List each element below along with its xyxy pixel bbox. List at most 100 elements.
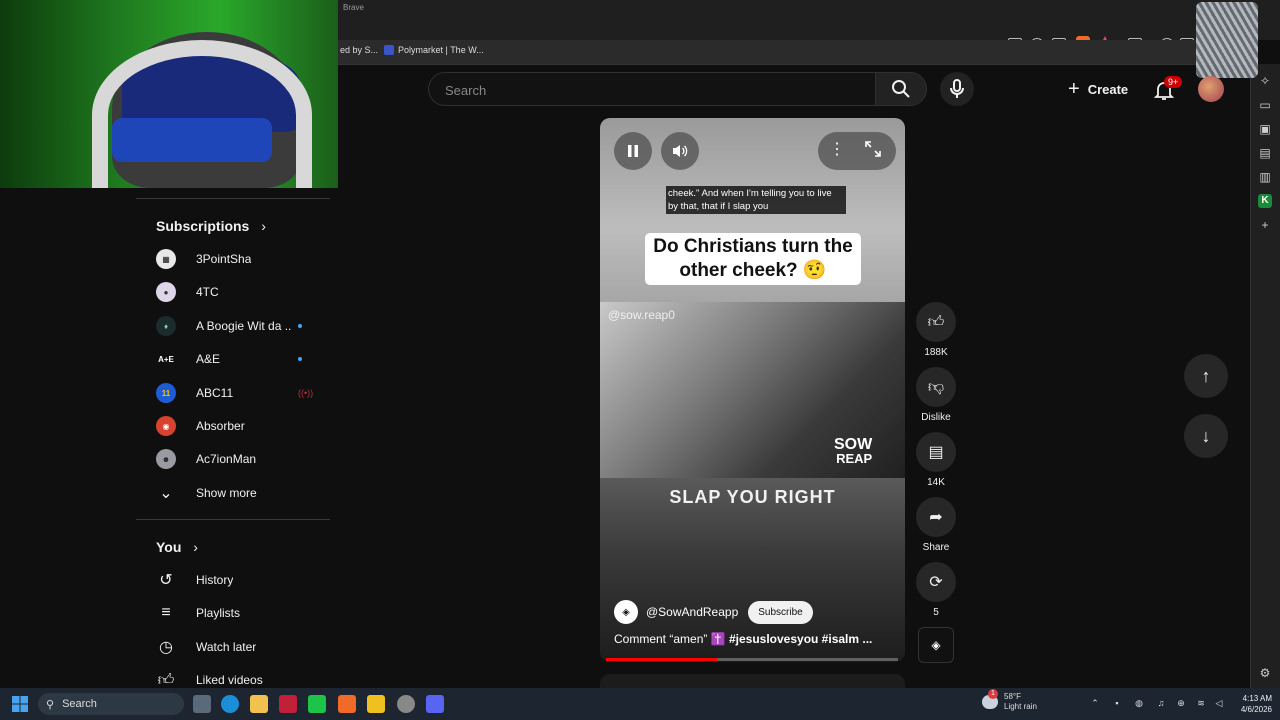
progress-fill bbox=[606, 658, 717, 661]
channel-avatar: ♦ bbox=[156, 316, 176, 336]
sidebar-item-subscription[interactable]: ▦ 3PointSha bbox=[156, 247, 316, 271]
add-panel-icon[interactable]: + bbox=[1258, 218, 1272, 232]
microphone-icon bbox=[950, 79, 964, 98]
browser-app-name: Brave bbox=[343, 3, 364, 12]
obs-icon[interactable] bbox=[397, 695, 415, 713]
microphone-icon[interactable]: ♫ bbox=[1156, 698, 1166, 708]
edge-browser-icon[interactable] bbox=[221, 695, 239, 713]
windows-start-icon[interactable] bbox=[12, 696, 28, 712]
subscription-name: 3PointSha bbox=[196, 252, 252, 266]
adobe-icon[interactable] bbox=[279, 695, 297, 713]
kick-icon[interactable]: K bbox=[1258, 194, 1272, 208]
remix-button[interactable]: ⟳ 5 bbox=[916, 562, 956, 618]
history-icon: ↺ bbox=[159, 572, 173, 589]
bookmark-panel-icon[interactable]: ▤ bbox=[1258, 146, 1272, 160]
file-explorer-icon[interactable] bbox=[250, 695, 268, 713]
more-options-icon[interactable]: ⋮ bbox=[826, 140, 848, 162]
sidebar-item-subscription[interactable]: A+E A&E bbox=[156, 347, 316, 371]
subscribe-button[interactable]: Subscribe bbox=[748, 600, 813, 624]
sound-channel-thumbnail[interactable]: ◈ bbox=[918, 627, 954, 663]
subscription-name: A Boogie Wit da ... bbox=[196, 319, 292, 333]
live-icon: ((•)) bbox=[298, 388, 314, 398]
discord-icon[interactable] bbox=[426, 695, 444, 713]
playlists-icon: ≡ bbox=[161, 604, 171, 621]
dislike-button[interactable]: 👎︎ Dislike bbox=[916, 367, 956, 423]
fullscreen-icon bbox=[865, 141, 881, 157]
dislike-label: Dislike bbox=[921, 412, 951, 423]
brave-browser-icon[interactable] bbox=[338, 695, 356, 713]
show-more-label: Show more bbox=[196, 486, 257, 500]
bookmark-label: Polymarket | The W... bbox=[398, 45, 484, 55]
volume-button[interactable] bbox=[661, 132, 699, 170]
next-short-preview bbox=[600, 674, 905, 688]
video-description[interactable]: Comment “amen” ✝️ #jesuslovesyou #isalm … bbox=[614, 632, 872, 646]
sidebar-item-label: Liked videos bbox=[196, 673, 263, 687]
comments-button[interactable]: ▤ 14K bbox=[916, 432, 956, 488]
search-icon: ⚲ bbox=[46, 698, 55, 711]
wifi-icon[interactable]: ≋ bbox=[1196, 698, 1206, 708]
logo-line: REAP bbox=[836, 451, 873, 466]
sidebar-item-subscription[interactable]: ● 4TC bbox=[156, 280, 316, 304]
globe-icon[interactable]: ⊕ bbox=[1176, 698, 1186, 708]
sidebar-item-subscription[interactable]: ◉ Absorber bbox=[156, 414, 316, 438]
subscription-name: Ac7ionMan bbox=[196, 452, 257, 466]
bookmark-item[interactable]: Polymarket | The W... bbox=[384, 45, 484, 55]
speaker-icon[interactable]: ◁ bbox=[1214, 698, 1224, 708]
thumbs-down-icon: 👎︎ bbox=[916, 367, 956, 407]
share-button[interactable]: ➦ Share bbox=[916, 497, 956, 553]
media-icon[interactable]: ▭ bbox=[1258, 98, 1272, 112]
windows-taskbar: ⚲ Search 1 58°F Light rain ⌃ ▪ ◍ ♫ ⊕ ≋ ◁… bbox=[0, 688, 1280, 720]
video-caption: cheek." And when I'm telling you to live… bbox=[666, 186, 846, 214]
rockstar-icon[interactable] bbox=[367, 695, 385, 713]
pause-button[interactable] bbox=[614, 132, 652, 170]
task-view-icon[interactable] bbox=[193, 695, 211, 713]
bookmark-item[interactable]: ed by S... bbox=[340, 45, 378, 55]
channel-avatar[interactable]: ◈ bbox=[614, 600, 638, 624]
show-more-button[interactable]: ⌄ Show more bbox=[156, 481, 316, 505]
search-button[interactable] bbox=[875, 72, 927, 106]
remix-icon: ⟳ bbox=[916, 562, 956, 602]
clock-date: 4/6/2026 bbox=[1240, 705, 1272, 714]
progress-bar[interactable] bbox=[606, 658, 898, 661]
pin-icon[interactable]: ✧ bbox=[1258, 74, 1272, 88]
sidebar-item-watch-later[interactable]: ◷ Watch later bbox=[156, 635, 316, 659]
weather-temperature: 58°F bbox=[1004, 692, 1021, 701]
sidebar-item-label: History bbox=[196, 573, 234, 587]
weather-description: Light rain bbox=[1004, 702, 1037, 711]
fullscreen-button[interactable] bbox=[864, 140, 886, 162]
comment-count: 14K bbox=[927, 477, 945, 488]
create-label: Create bbox=[1087, 81, 1129, 97]
voice-search-button[interactable] bbox=[940, 72, 974, 106]
sidebar-item-subscription[interactable]: ☻ Ac7ionMan bbox=[156, 447, 316, 471]
shorts-player[interactable]: ⋮ cheek." And when I'm telling you to li… bbox=[600, 118, 905, 662]
sidebar-item-history[interactable]: ↺ History bbox=[156, 568, 316, 592]
reading-list-icon[interactable]: ▥ bbox=[1258, 170, 1272, 184]
bookmark-label: ed by S... bbox=[340, 45, 379, 55]
like-button[interactable]: 👍︎ 188K bbox=[916, 302, 956, 358]
create-button[interactable]: + Create bbox=[1068, 76, 1128, 102]
chevron-up-icon[interactable]: ⌃ bbox=[1090, 698, 1100, 708]
settings-gear-icon[interactable]: ⚙ bbox=[1258, 666, 1272, 680]
description-hashtags[interactable]: #jesuslovesyou #isalm ... bbox=[729, 632, 872, 646]
tray-app-icon[interactable]: ▪ bbox=[1112, 698, 1122, 708]
kick-app-icon[interactable] bbox=[308, 695, 326, 713]
sidebar-item-subscription[interactable]: ♦ A Boogie Wit da ... bbox=[156, 314, 316, 338]
wallet-icon[interactable]: ▣ bbox=[1258, 122, 1272, 136]
divider bbox=[136, 519, 330, 520]
channel-avatar: ▦ bbox=[156, 249, 176, 269]
weather-widget[interactable]: 1 58°F Light rain bbox=[982, 689, 1037, 712]
previous-short-button[interactable]: ↑ bbox=[1184, 354, 1228, 398]
system-clock[interactable]: 4:13 AM 4/6/2026 bbox=[1232, 693, 1272, 715]
thumbs-up-icon: 👍︎ bbox=[916, 302, 956, 342]
next-short-button[interactable]: ↓ bbox=[1184, 414, 1228, 458]
search-input[interactable] bbox=[443, 82, 847, 99]
sidebar-item-playlists[interactable]: ≡ Playlists bbox=[156, 601, 316, 625]
taskbar-search[interactable]: ⚲ Search bbox=[38, 693, 184, 715]
channel-handle[interactable]: @SowAndReapp bbox=[646, 605, 738, 619]
tray-network-app-icon[interactable]: ◍ bbox=[1134, 698, 1144, 708]
sidebar-item-subscription[interactable]: 11 ABC11 ((•)) bbox=[156, 381, 316, 405]
search-box[interactable] bbox=[428, 72, 875, 106]
user-avatar[interactable] bbox=[1198, 76, 1224, 102]
you-heading[interactable]: You › bbox=[156, 539, 198, 555]
subscriptions-heading[interactable]: Subscriptions › bbox=[156, 218, 266, 234]
